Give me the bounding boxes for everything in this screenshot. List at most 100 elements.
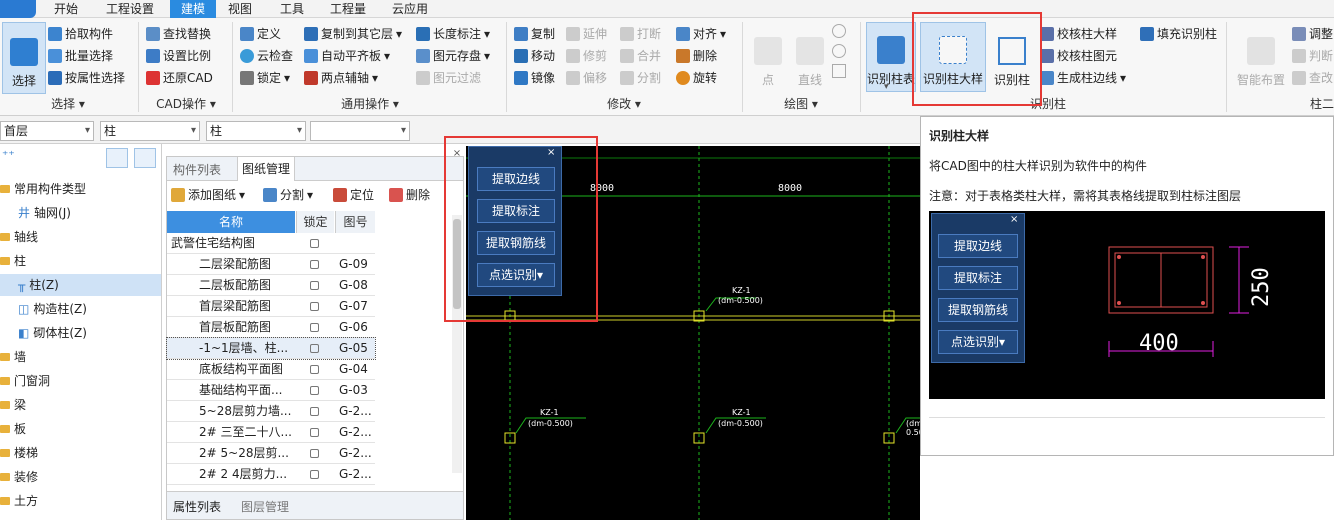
type-select[interactable]: 柱 — [100, 121, 200, 141]
table-row[interactable]: 底板结构平面图 G-04 — [167, 359, 375, 380]
subtype-select[interactable]: 柱 — [206, 121, 306, 141]
tree-item-decoration[interactable]: 装修 — [0, 466, 38, 488]
lock-icon[interactable] — [310, 380, 322, 401]
table-row[interactable]: 首层梁配筋图 G-07 — [167, 296, 375, 317]
fill-recognize-column-button[interactable]: 填充识别柱 — [1140, 24, 1217, 44]
lock-icon[interactable] — [310, 401, 322, 422]
tree-item-common[interactable]: 常用构件类型 — [0, 178, 86, 200]
select-button[interactable]: 选择 — [2, 22, 46, 94]
pick-component-button[interactable]: 拾取构件 — [48, 24, 113, 44]
col-header-name[interactable]: 名称 — [167, 211, 295, 233]
tree-item-door-window[interactable]: 门窗洞 — [0, 370, 50, 392]
tree-item-beam[interactable]: 梁 — [0, 394, 26, 416]
find-replace-button[interactable]: 查找替换 — [146, 24, 211, 44]
lock-icon[interactable] — [310, 338, 322, 359]
align-button[interactable]: 对齐 ▾ — [676, 24, 726, 44]
tab-view[interactable]: 视图 — [222, 0, 258, 18]
tab-property-list[interactable]: 属性列表 — [173, 498, 221, 515]
table-row[interactable]: 2# 三至二十八... G-2... — [167, 422, 375, 443]
group-cad-title[interactable]: CAD操作 ▾ — [140, 96, 232, 112]
tree-item-masonry-column[interactable]: ◧ 砌体柱(Z) — [18, 322, 87, 344]
tree-item-axis[interactable]: 轴线 — [0, 226, 38, 248]
lock-icon[interactable] — [310, 464, 322, 485]
tab-project-settings[interactable]: 工程设置 — [100, 0, 160, 18]
copy-button[interactable]: 复制 — [514, 24, 555, 44]
table-row[interactable]: 武警住宅结构图 — [167, 233, 375, 254]
rect-icon[interactable] — [832, 64, 846, 78]
component-select[interactable] — [310, 121, 410, 141]
circle-icon[interactable] — [832, 24, 846, 38]
app-logo-icon[interactable] — [0, 0, 36, 18]
table-row[interactable]: 二层板配筋图 G-08 — [167, 275, 375, 296]
check-column-element-button[interactable]: 校核柱图元 — [1040, 46, 1117, 66]
check-column-detail-button[interactable]: 校核柱大样 — [1040, 24, 1117, 44]
lock-icon[interactable] — [310, 422, 322, 443]
merge-button[interactable]: 合并 — [620, 46, 661, 66]
two-point-axis-button[interactable]: 两点辅轴 ▾ — [304, 68, 378, 88]
tab-start[interactable]: 开始 — [50, 0, 82, 18]
extend-button[interactable]: 延伸 — [566, 24, 607, 44]
save-element-button[interactable]: 图元存盘 ▾ — [416, 46, 490, 66]
adjust-button[interactable]: 调整 — [1292, 24, 1333, 44]
table-row[interactable]: 首层板配筋图 G-06 — [167, 317, 375, 338]
table-row[interactable]: -1~1层墙、柱... G-05 — [166, 337, 376, 360]
trim-button[interactable]: 修剪 — [566, 46, 607, 66]
pin-icon[interactable]: ⁺⁺ — [2, 148, 15, 162]
delete-drawing-button[interactable]: 删除 — [389, 185, 430, 205]
split-button[interactable]: 分割 — [620, 68, 661, 88]
point-button[interactable]: 点 — [746, 22, 790, 92]
floor-select[interactable]: 首层 — [0, 121, 94, 141]
rotate-button[interactable]: 旋转 — [676, 68, 717, 88]
length-dim-button[interactable]: 长度标注 ▾ — [416, 24, 490, 44]
tab-cloud[interactable]: 云应用 — [386, 0, 434, 18]
table-row[interactable]: 5~28层剪力墙... G-2... — [167, 401, 375, 422]
tree-item-grid[interactable]: 井轴网(J) — [18, 202, 71, 224]
split-drawing-button[interactable]: 分割 ▾ — [263, 185, 313, 205]
tree-item-column[interactable]: ╥ 柱(Z) — [0, 274, 161, 296]
lock-icon[interactable] — [310, 275, 322, 296]
table-row[interactable]: 2# 2 4层剪力... G-2... — [167, 464, 375, 485]
attr-select-button[interactable]: 按属性选择 — [48, 68, 125, 88]
line-button[interactable]: 直线 — [788, 22, 832, 92]
batch-select-button[interactable]: 批量选择 — [48, 46, 113, 66]
group-modify-title[interactable]: 修改 ▾ — [508, 96, 740, 112]
delete-button[interactable]: 删除 — [676, 46, 717, 66]
cloud-check-button[interactable]: 云检查 — [240, 46, 293, 66]
table-row[interactable]: 基础结构平面... G-03 — [167, 380, 375, 401]
tab-layer-manager[interactable]: 图层管理 — [241, 498, 289, 515]
tree-item-slab[interactable]: 板 — [0, 418, 26, 440]
group-common-title[interactable]: 通用操作 ▾ — [234, 96, 506, 112]
tab-drawing-manager[interactable]: 图纸管理 — [237, 157, 296, 181]
tab-component-list[interactable]: 构件列表 — [173, 161, 221, 178]
locate-button[interactable]: 定位 — [333, 185, 374, 205]
tree-item-stair[interactable]: 楼梯 — [0, 442, 38, 464]
tree-item-earthwork[interactable]: 土方 — [0, 490, 38, 512]
col-header-number[interactable]: 图号 — [335, 211, 375, 233]
offset-button[interactable]: 偏移 — [566, 68, 607, 88]
lock-icon[interactable] — [310, 443, 322, 464]
recognize-column-table-button[interactable]: 识别柱表 — [866, 22, 916, 92]
tree-item-constructional-column[interactable]: ◫ 构造柱(Z) — [18, 298, 87, 320]
table-row[interactable]: 二层梁配筋图 G-09 — [167, 254, 375, 275]
lock-button[interactable]: 锁定 ▾ — [240, 68, 290, 88]
break-button[interactable]: 打断 — [620, 24, 661, 44]
list-view-icon[interactable] — [106, 148, 128, 168]
copy-to-floor-button[interactable]: 复制到其它层 ▾ — [304, 24, 402, 44]
auto-align-slab-button[interactable]: 自动平齐板 ▾ — [304, 46, 390, 66]
table-row[interactable]: 2# 5~28层剪... G-2... — [167, 443, 375, 464]
arc-icon[interactable] — [832, 44, 846, 58]
smart-layout-button[interactable]: 智能布置 — [1234, 22, 1288, 92]
tab-quantity[interactable]: 工程量 — [324, 0, 372, 18]
col-header-lock[interactable]: 锁定 — [296, 211, 334, 233]
tab-tools[interactable]: 工具 — [274, 0, 310, 18]
grid-view-icon[interactable] — [134, 148, 156, 168]
move-button[interactable]: 移动 — [514, 46, 555, 66]
tab-modeling[interactable]: 建模 — [170, 0, 216, 18]
add-drawing-button[interactable]: 添加图纸 ▾ — [171, 185, 245, 205]
lock-icon[interactable] — [310, 359, 322, 380]
restore-cad-button[interactable]: 还原CAD — [146, 68, 213, 88]
group-select-title[interactable]: 选择 ▾ — [0, 96, 136, 112]
judge-button[interactable]: 判断 — [1292, 46, 1333, 66]
tree-item-wall[interactable]: 墙 — [0, 346, 26, 368]
element-filter-button[interactable]: 图元过滤 — [416, 68, 481, 88]
